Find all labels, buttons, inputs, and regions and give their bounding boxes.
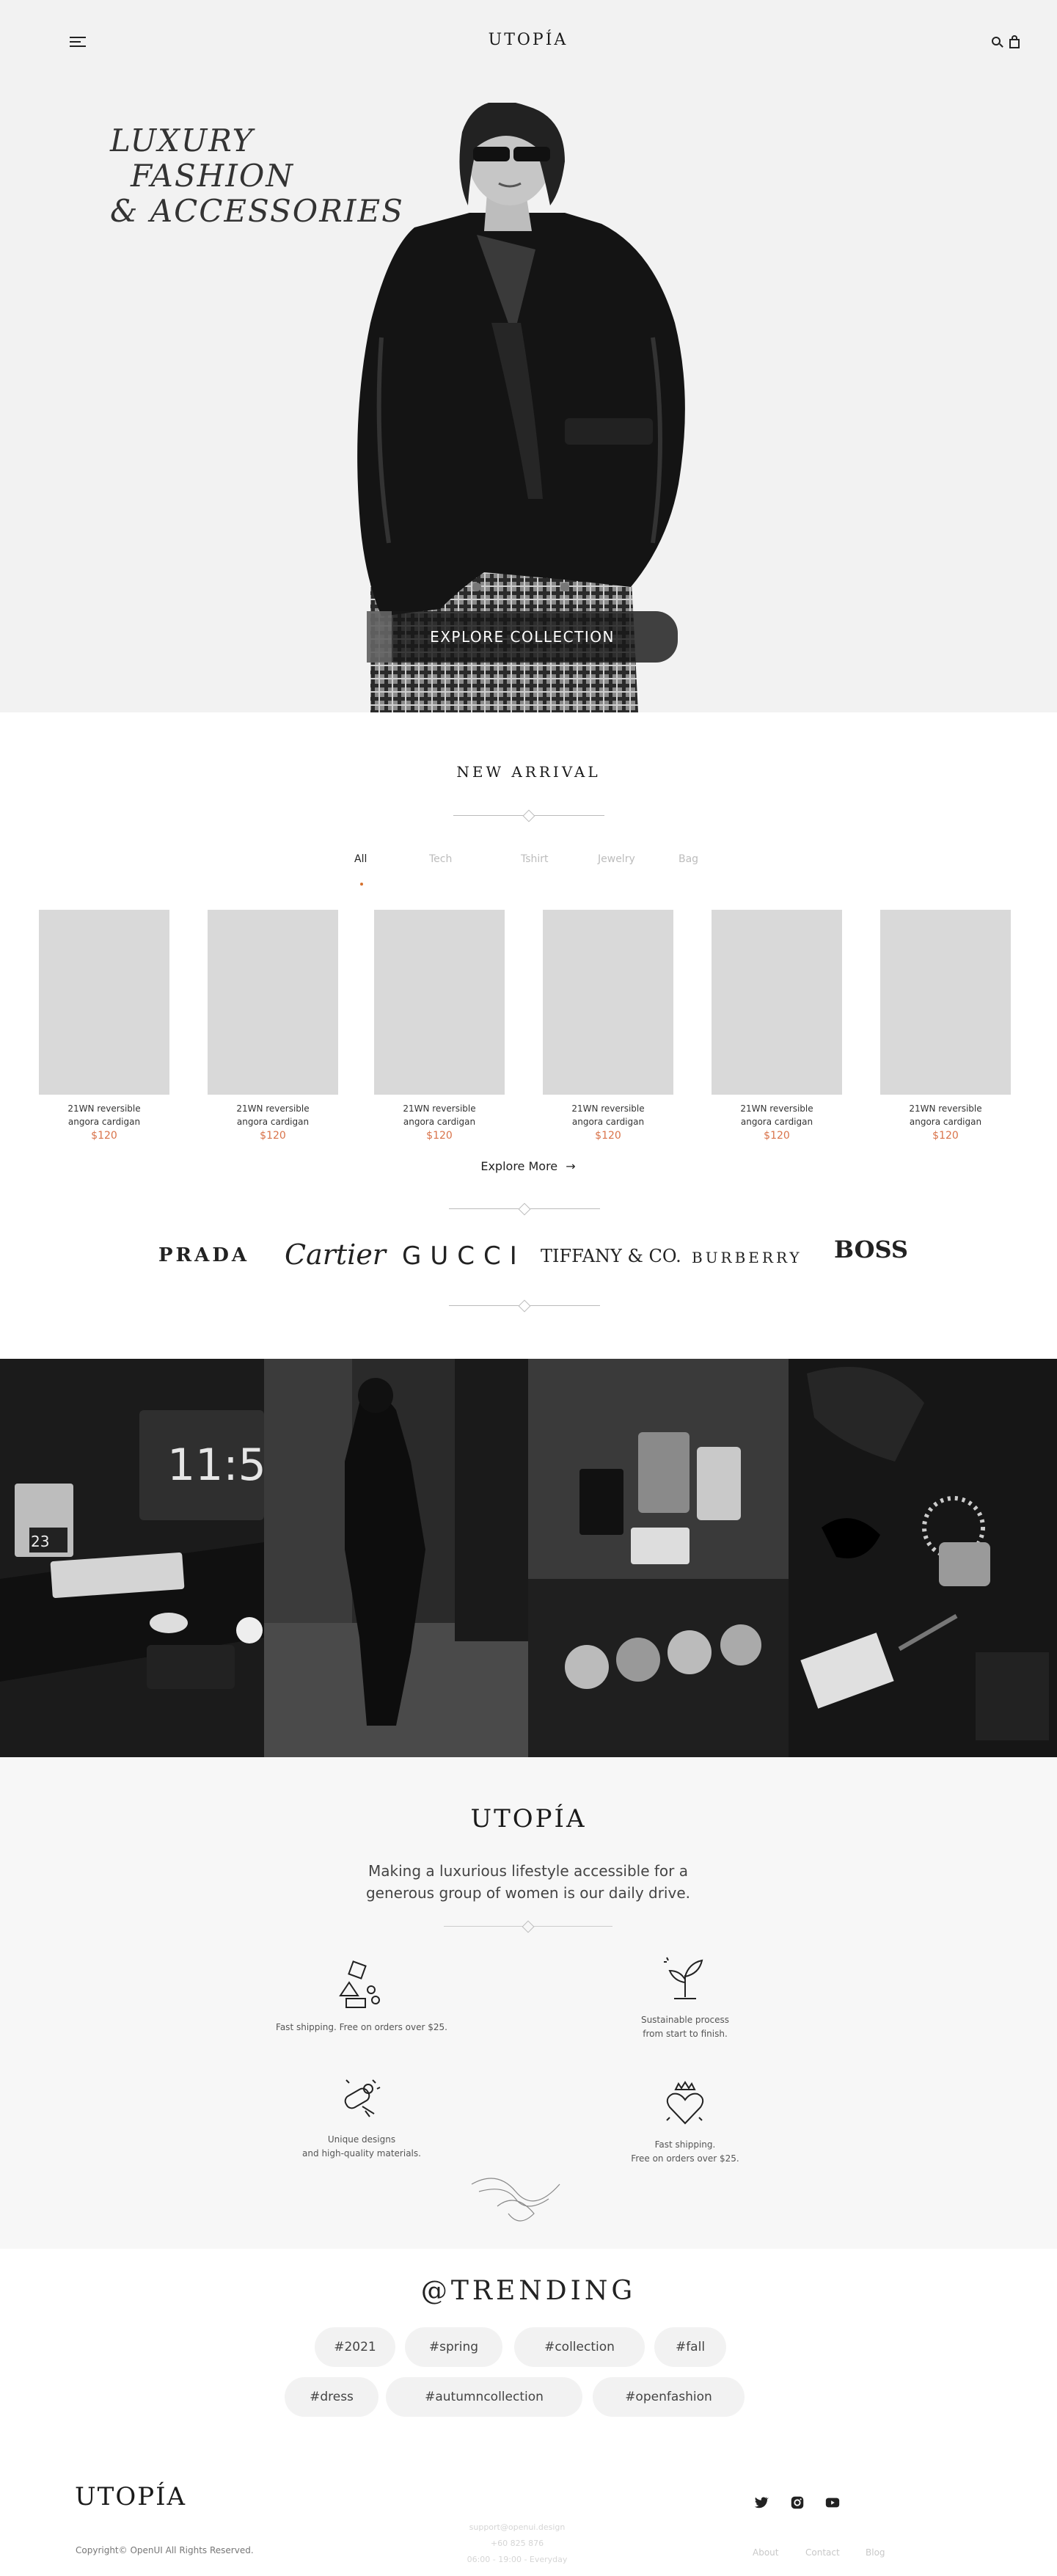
product-price: $120 <box>595 1130 621 1142</box>
boxes-icon <box>339 1960 380 2008</box>
tag-openfashion[interactable]: #openfashion <box>593 2377 745 2417</box>
product-name[interactable]: 21WN reversible angora cardigan <box>543 1102 673 1128</box>
product-card[interactable]: 21WN reversible angora cardigan $120 <box>712 910 842 1142</box>
product-image[interactable] <box>712 910 842 1095</box>
product-image[interactable] <box>543 910 673 1095</box>
feature-text: Fast shipping. Free on orders over $25. <box>276 2022 447 2032</box>
brand-logo-boss[interactable]: BOSS <box>834 1236 908 1263</box>
feature-text: and high-quality materials. <box>302 2148 421 2159</box>
contact-info: support@openui.design +60 825 876 06:00 … <box>425 2520 609 2568</box>
feature-fast-shipping: Fast shipping. Free on orders over $25. <box>575 2078 795 2166</box>
footer-link-about[interactable]: About <box>753 2547 778 2558</box>
product-card[interactable]: 21WN reversible angora cardigan $120 <box>880 910 1011 1142</box>
tag-spring[interactable]: #spring <box>405 2327 502 2367</box>
product-name[interactable]: 21WN reversible angora cardigan <box>712 1102 842 1128</box>
divider <box>444 1919 612 1934</box>
menu-icon[interactable] <box>70 37 86 48</box>
product-name[interactable]: 21WN reversible angora cardigan <box>374 1102 505 1128</box>
explore-collection-button[interactable]: EXPLORE COLLECTION <box>367 611 678 663</box>
feature-text: from start to finish. <box>643 2029 728 2039</box>
gallery-image-street <box>264 1359 528 1757</box>
tag-fall[interactable]: #fall <box>654 2327 726 2367</box>
instagram-icon[interactable] <box>789 2495 805 2511</box>
site-logo[interactable]: UTOPÍA <box>455 31 601 49</box>
search-icon[interactable] <box>992 37 1003 48</box>
category-tabs: All Tech Tshirt Jewelry Bag <box>352 853 704 875</box>
product-price: $120 <box>426 1130 453 1142</box>
tab-tshirt[interactable]: Tshirt <box>521 853 549 865</box>
brand-logo-burberry[interactable]: BURBERRY <box>692 1249 802 1266</box>
feature-sustainable: Sustainable process from start to finish… <box>575 1953 795 2041</box>
brand-logo-cartier[interactable]: Cartier <box>285 1238 386 1271</box>
brand-logo-gucci[interactable]: GUCCI <box>402 1241 526 1271</box>
shopping-bag-icon[interactable] <box>1009 35 1020 48</box>
divider <box>449 1202 600 1216</box>
brand-logo-tiffany[interactable]: TIFFANY & CO. <box>541 1246 681 1266</box>
new-arrival-title: NEW ARRIVAL <box>456 763 601 781</box>
product-price: $120 <box>764 1130 790 1142</box>
product-card[interactable]: 21WN reversible angora cardigan $120 <box>39 910 169 1142</box>
footer-link-blog[interactable]: Blog <box>866 2547 885 2558</box>
fabric-roll-icon <box>344 2079 381 2117</box>
gallery-image-accessories <box>789 1359 1057 1757</box>
footer-link-contact[interactable]: Contact <box>805 2547 840 2558</box>
contact-email[interactable]: support@openui.design <box>425 2520 609 2536</box>
tab-bag[interactable]: Bag <box>679 853 698 865</box>
divider <box>453 809 604 823</box>
hero-section: UTOPÍA LUXURY FASHION & ACCESSORIES EXPL… <box>0 0 1057 712</box>
footer-logo[interactable]: UTOPÍA <box>75 2482 186 2511</box>
product-grid: 21WN reversible angora cardigan $120 21W… <box>39 910 1014 1152</box>
feature-unique-designs: Unique designs and high-quality material… <box>252 2073 472 2161</box>
trending-title: @TRENDING <box>420 2276 637 2306</box>
contact-hours: 06:00 - 19:00 - Everyday <box>467 2555 568 2564</box>
active-tab-indicator <box>360 883 363 886</box>
flourish-ornament <box>471 2178 560 2222</box>
arrow-right-icon: → <box>566 1159 576 1173</box>
divider <box>449 1299 600 1313</box>
brand-logos: PRADA Cartier GUCCI TIFFANY & CO. BURBER… <box>147 1236 910 1282</box>
feature-text: Fast shipping. <box>654 2139 716 2150</box>
feature-text: Sustainable process <box>640 2015 730 2025</box>
plant-icon <box>664 1957 703 1999</box>
product-card[interactable]: 21WN reversible angora cardigan $120 <box>543 910 673 1142</box>
about-section: UTOPÍA Making a luxurious lifestyle acce… <box>0 1757 1057 2249</box>
tab-all[interactable]: All <box>354 853 367 865</box>
explore-more-label: Explore More <box>480 1159 558 1173</box>
product-image[interactable] <box>880 910 1011 1095</box>
gallery-image-watches <box>528 1359 789 1757</box>
tag-collection[interactable]: #collection <box>514 2327 645 2367</box>
tab-tech[interactable]: Tech <box>429 853 452 865</box>
brand-logo-prada[interactable]: PRADA <box>158 1244 249 1266</box>
desk-small-clock-text: 23 <box>31 1533 49 1550</box>
product-name[interactable]: 21WN reversible angora cardigan <box>208 1102 338 1128</box>
tag-2021[interactable]: #2021 <box>315 2327 395 2367</box>
product-price: $120 <box>932 1130 959 1142</box>
product-price: $120 <box>260 1130 286 1142</box>
contact-phone[interactable]: +60 825 876 <box>425 2536 609 2552</box>
product-name[interactable]: 21WN reversible angora cardigan <box>39 1102 169 1128</box>
product-image[interactable] <box>208 910 338 1095</box>
lifestyle-gallery: 11:56:3 23 <box>0 1359 1057 1757</box>
feature-text: Free on orders over $25. <box>631 2153 739 2164</box>
product-card[interactable]: 21WN reversible angora cardigan $120 <box>208 910 338 1142</box>
twitter-icon[interactable] <box>753 2495 769 2511</box>
feature-shipping: Fast shipping. Free on orders over $25. <box>252 1960 472 2035</box>
tab-jewelry[interactable]: Jewelry <box>598 853 635 865</box>
product-name[interactable]: 21WN reversible angora cardigan <box>880 1102 1011 1128</box>
product-price: $120 <box>91 1130 117 1142</box>
product-image[interactable] <box>39 910 169 1095</box>
tag-autumncollection[interactable]: #autumncollection <box>386 2377 582 2417</box>
about-logo: UTOPÍA <box>470 1804 587 1834</box>
feature-text: Unique designs <box>327 2134 396 2145</box>
gallery-images: 11:56:3 23 <box>0 1359 1057 1757</box>
copyright-text: Copyright© OpenUI All Rights Reserved. <box>76 2545 254 2555</box>
about-text: Making a luxurious lifestyle accessible … <box>365 1862 690 1902</box>
youtube-icon[interactable] <box>824 2495 841 2511</box>
tag-dress[interactable]: #dress <box>285 2377 378 2417</box>
product-image[interactable] <box>374 910 505 1095</box>
explore-more-link[interactable]: Explore More → <box>455 1159 601 1173</box>
crowned-heart-icon <box>666 2081 704 2125</box>
product-card[interactable]: 21WN reversible angora cardigan $120 <box>374 910 505 1142</box>
